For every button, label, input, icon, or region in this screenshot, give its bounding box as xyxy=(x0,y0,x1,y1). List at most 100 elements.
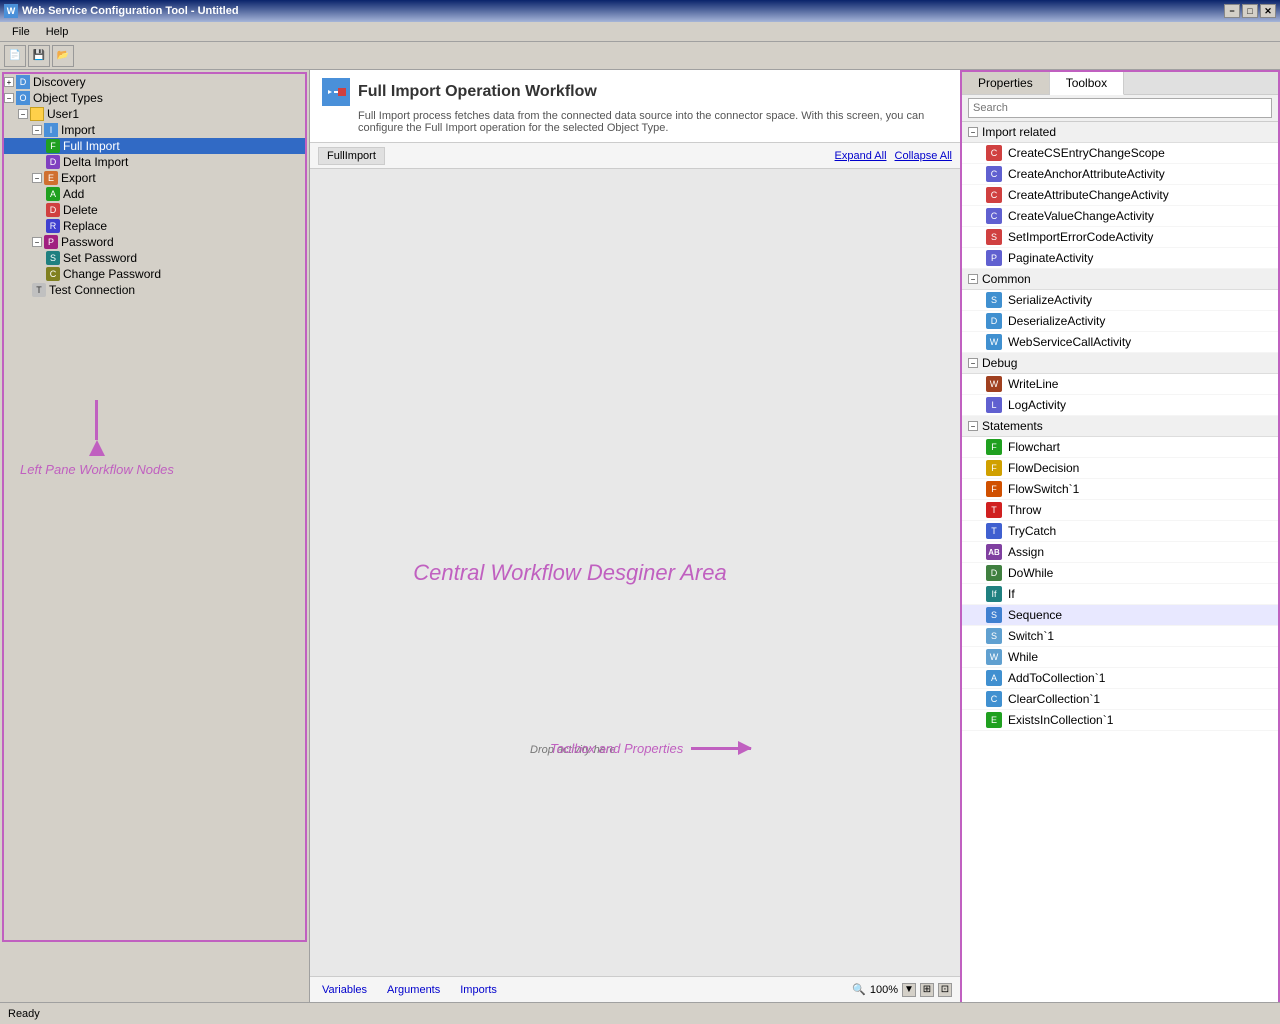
createcsentry-icon: C xyxy=(986,145,1002,161)
tab-toolbox[interactable]: Toolbox xyxy=(1050,72,1124,95)
toolbox-item-switch[interactable]: S Switch`1 xyxy=(962,626,1278,647)
toolbar-btn-1[interactable]: 📄 xyxy=(4,45,26,67)
toolbox-item-serialize[interactable]: S SerializeActivity xyxy=(962,290,1278,311)
collapse-all-button[interactable]: Collapse All xyxy=(895,150,952,162)
minimize-button[interactable]: − xyxy=(1224,4,1240,18)
imports-tab[interactable]: Imports xyxy=(456,982,501,998)
tree-item-user1[interactable]: − User1 xyxy=(4,106,305,122)
toolbox-item-logactivity[interactable]: L LogActivity xyxy=(962,395,1278,416)
toolbar-btn-2[interactable]: 💾 xyxy=(28,45,50,67)
arguments-tab[interactable]: Arguments xyxy=(383,982,444,998)
createvalue-label: CreateValueChangeActivity xyxy=(1008,209,1154,223)
left-pane-annotation: Left Pane Workflow Nodes xyxy=(20,400,174,477)
tree-item-test-connection[interactable]: T Test Connection xyxy=(4,282,305,298)
toolbox-item-deserialize[interactable]: D DeserializeActivity xyxy=(962,311,1278,332)
tree-item-change-password[interactable]: C Change Password xyxy=(4,266,305,282)
full-import-icon: F xyxy=(46,139,60,153)
zoom-fit[interactable]: ⊞ xyxy=(920,983,934,997)
group-import-related[interactable]: − Import related xyxy=(962,122,1278,143)
toolbox-item-flowdecision[interactable]: F FlowDecision xyxy=(962,458,1278,479)
toolbox-item-paginate[interactable]: P PaginateActivity xyxy=(962,248,1278,269)
expand-all-button[interactable]: Expand All xyxy=(835,150,887,162)
tree-item-object-types[interactable]: − O Object Types xyxy=(4,90,305,106)
replace-label: Replace xyxy=(63,219,107,233)
zoom-expand[interactable]: ⊡ xyxy=(938,983,952,997)
expand-icon-export[interactable]: − xyxy=(32,173,42,183)
group-debug[interactable]: − Debug xyxy=(962,353,1278,374)
group-debug-label: Debug xyxy=(982,356,1017,370)
toolbox-item-createattribute[interactable]: C CreateAttributeChangeActivity xyxy=(962,185,1278,206)
expand-icon-user1[interactable]: − xyxy=(18,109,28,119)
tree-item-discovery[interactable]: + D Discovery xyxy=(4,74,305,90)
delta-import-label: Delta Import xyxy=(63,155,128,169)
flowswitch-icon: F xyxy=(986,481,1002,497)
tree-item-delta-import[interactable]: D Delta Import xyxy=(4,154,305,170)
tree-item-password[interactable]: − P Password xyxy=(4,234,305,250)
group-statements-label: Statements xyxy=(982,419,1043,433)
tree-item-delete[interactable]: D Delete xyxy=(4,202,305,218)
designer-tab-fullimport[interactable]: FullImport xyxy=(318,147,385,165)
writeline-icon: W xyxy=(986,376,1002,392)
toolbox-item-trycatch[interactable]: T TryCatch xyxy=(962,521,1278,542)
search-input[interactable] xyxy=(968,98,1272,118)
right-pane: Properties Toolbox − Import related C Cr… xyxy=(960,70,1280,1002)
dowhile-icon: D xyxy=(986,565,1002,581)
toolbox-item-flowswitch[interactable]: F FlowSwitch`1 xyxy=(962,479,1278,500)
maximize-button[interactable]: □ xyxy=(1242,4,1258,18)
toolbox-item-addtocollection[interactable]: A AddToCollection`1 xyxy=(962,668,1278,689)
expand-icon-password[interactable]: − xyxy=(32,237,42,247)
group-statements[interactable]: − Statements xyxy=(962,416,1278,437)
app-icon: W xyxy=(4,4,18,18)
switch-label: Switch`1 xyxy=(1008,629,1054,643)
expand-icon-object-types[interactable]: − xyxy=(4,93,14,103)
setimporterror-icon: S xyxy=(986,229,1002,245)
toolbox-annotation: Toolbox and Properties xyxy=(550,741,751,756)
toolbar-btn-3[interactable]: 📂 xyxy=(52,45,74,67)
designer-toolbar: FullImport Expand All Collapse All xyxy=(310,143,960,169)
tree-item-add[interactable]: A Add xyxy=(4,186,305,202)
setimporterror-label: SetImportErrorCodeActivity xyxy=(1008,230,1153,244)
toolbox-item-createcsentry[interactable]: C CreateCSEntryChangeScope xyxy=(962,143,1278,164)
toolbox-item-sequence[interactable]: S Sequence xyxy=(962,605,1278,626)
close-button[interactable]: ✕ xyxy=(1260,4,1276,18)
zoom-dropdown[interactable]: ▼ xyxy=(902,983,916,997)
toolbox-item-clearcollection[interactable]: C ClearCollection`1 xyxy=(962,689,1278,710)
delete-label: Delete xyxy=(63,203,98,217)
toolbox-item-assign[interactable]: AB Assign xyxy=(962,542,1278,563)
toolbox-item-createvalue[interactable]: C CreateValueChangeActivity xyxy=(962,206,1278,227)
workflow-header: Full Import Operation Workflow Full Impo… xyxy=(310,70,960,143)
expand-icon-discovery[interactable]: + xyxy=(4,77,14,87)
menu-help[interactable]: Help xyxy=(38,24,77,40)
tree-item-import[interactable]: − I Import xyxy=(4,122,305,138)
menu-file[interactable]: File xyxy=(4,24,38,40)
toolbox-item-if[interactable]: If If xyxy=(962,584,1278,605)
variables-tab[interactable]: Variables xyxy=(318,982,371,998)
assign-icon: AB xyxy=(986,544,1002,560)
title-bar: W Web Service Configuration Tool - Untit… xyxy=(0,0,1280,22)
tree-item-export[interactable]: − E Export xyxy=(4,170,305,186)
group-common[interactable]: − Common xyxy=(962,269,1278,290)
designer-canvas: Central Workflow Desginer Area Drop acti… xyxy=(310,169,960,976)
toolbox-item-writeline[interactable]: W WriteLine xyxy=(962,374,1278,395)
left-pane: + D Discovery − O Object Types − User1 −… xyxy=(0,70,310,1002)
toolbox-item-throw[interactable]: T Throw xyxy=(962,500,1278,521)
toolbox-item-createanchor[interactable]: C CreateAnchorAttributeActivity xyxy=(962,164,1278,185)
tree-item-replace[interactable]: R Replace xyxy=(4,218,305,234)
throw-icon: T xyxy=(986,502,1002,518)
toolbox-item-while[interactable]: W While xyxy=(962,647,1278,668)
main-container: + D Discovery − O Object Types − User1 −… xyxy=(0,70,1280,1002)
expand-icon-import[interactable]: − xyxy=(32,125,42,135)
paginate-icon: P xyxy=(986,250,1002,266)
tree-item-set-password[interactable]: S Set Password xyxy=(4,250,305,266)
toolbox-item-setimporterror[interactable]: S SetImportErrorCodeActivity xyxy=(962,227,1278,248)
toolbox-item-flowchart[interactable]: F Flowchart xyxy=(962,437,1278,458)
expand-icon-statements: − xyxy=(968,421,978,431)
bottom-toolbar: Variables Arguments Imports 🔍 100% ▼ ⊞ ⊡ xyxy=(310,976,960,1002)
tree-item-full-import[interactable]: F Full Import xyxy=(4,138,305,154)
toolbox-item-existsincollection[interactable]: E ExistsInCollection`1 xyxy=(962,710,1278,731)
toolbox-item-webservice[interactable]: W WebServiceCallActivity xyxy=(962,332,1278,353)
tab-properties[interactable]: Properties xyxy=(962,72,1050,94)
password-label: Password xyxy=(61,235,114,249)
user1-icon xyxy=(30,107,44,121)
toolbox-item-dowhile[interactable]: D DoWhile xyxy=(962,563,1278,584)
